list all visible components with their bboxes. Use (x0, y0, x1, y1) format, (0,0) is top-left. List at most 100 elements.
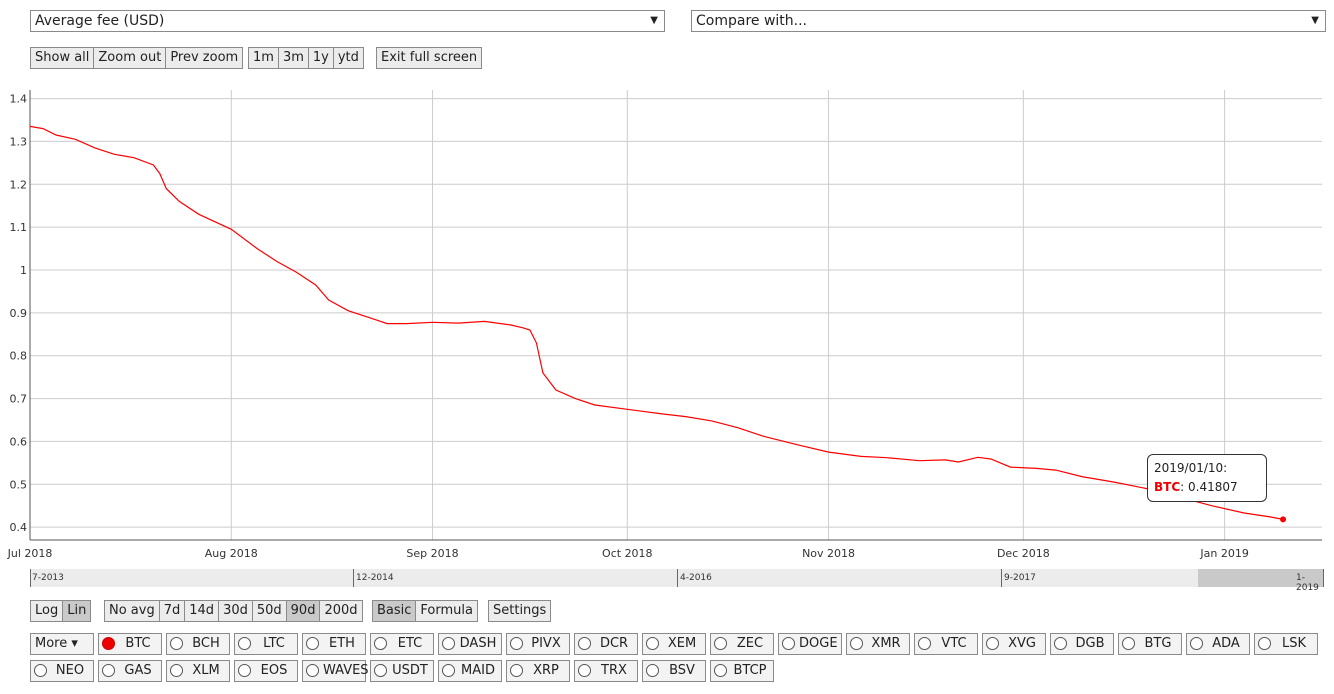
no-avg-button[interactable]: No avg (105, 601, 160, 621)
coin-label: VTC (941, 636, 967, 651)
x-tick-label: Sep 2018 (406, 547, 458, 560)
coin-label: XVG (1008, 636, 1036, 651)
range-ytd-button[interactable]: ytd (334, 48, 363, 68)
coin-toggle-bch[interactable]: BCH (166, 633, 230, 655)
coin-toggle-usdt[interactable]: USDT (370, 660, 434, 682)
coin-label: BTC (125, 636, 151, 651)
coin-toggle-trx[interactable]: TRX (574, 660, 638, 682)
range-3m-button[interactable]: 3m (279, 48, 309, 68)
coin-toggle-dgb[interactable]: DGB (1050, 633, 1114, 655)
navigator-label: 12-2014 (356, 573, 394, 583)
coin-toggle-ltc[interactable]: LTC (234, 633, 298, 655)
coin-label: WAVES (323, 663, 369, 678)
coin-label: ADA (1212, 636, 1240, 651)
coin-label: XMR (871, 636, 901, 651)
coin-toggle-doge[interactable]: DOGE (778, 633, 842, 655)
chart-tooltip: 2019/01/10: BTC: 0.41807 (1147, 454, 1267, 502)
coin-label: XLM (192, 663, 220, 678)
metric-select[interactable]: Average fee (USD) ▼ (30, 10, 665, 32)
coin-toggle-btg[interactable]: BTG (1118, 633, 1182, 655)
coin-toggle-btc[interactable]: BTC (98, 633, 162, 655)
coin-label: BCH (192, 636, 220, 651)
dropdown-arrow-icon: ▼ (1311, 15, 1319, 26)
coin-toggle-waves[interactable]: WAVES (302, 660, 369, 682)
coin-label: NEO (55, 663, 85, 678)
coin-toggle-pivx[interactable]: PIVX (506, 633, 570, 655)
coin-toggle-xmr[interactable]: XMR (846, 633, 910, 655)
radio-icon (442, 637, 455, 650)
tooltip-value-row: BTC: 0.41807 (1154, 478, 1260, 497)
y-tick-label: 0.7 (10, 393, 28, 406)
avg-30d-button[interactable]: 30d (219, 601, 253, 621)
zoom-button-group: Show all Zoom out Prev zoom (30, 47, 244, 69)
coin-toggle-etc[interactable]: ETC (370, 633, 434, 655)
radio-icon (1122, 637, 1135, 650)
radio-icon (306, 637, 319, 650)
coin-toggle-vtc[interactable]: VTC (914, 633, 978, 655)
coin-toggle-xrp[interactable]: XRP (506, 660, 570, 682)
coin-label: TRX (601, 663, 627, 678)
coin-toggle-maid[interactable]: MAID (438, 660, 502, 682)
coin-toggle-ada[interactable]: ADA (1186, 633, 1250, 655)
linear-scale-button[interactable]: Lin (63, 601, 91, 621)
y-tick-label: 1.1 (10, 221, 28, 234)
coin-toggle-lsk[interactable]: LSK (1254, 633, 1318, 655)
coin-label: BTCP (733, 663, 767, 678)
avg-200d-button[interactable]: 200d (320, 601, 361, 621)
chart-area[interactable]: 0.4 0.5 0.6 0.7 0.8 0.9 1 1.1 1.2 1.3 1.4 Jul 2018 A… (0, 80, 1334, 570)
coin-label: USDT (392, 663, 428, 678)
radio-icon (1258, 637, 1271, 650)
coin-toggle-gas[interactable]: GAS (98, 660, 162, 682)
avg-50d-button[interactable]: 50d (253, 601, 287, 621)
settings-button[interactable]: Settings (489, 601, 550, 621)
avg-7d-button[interactable]: 7d (160, 601, 186, 621)
prev-zoom-button[interactable]: Prev zoom (166, 48, 242, 68)
coin-label: LTC (263, 636, 285, 651)
coin-toggle-btcp[interactable]: BTCP (710, 660, 774, 682)
coin-toggle-zec[interactable]: ZEC (710, 633, 774, 655)
coin-toggle-xem[interactable]: XEM (642, 633, 706, 655)
coin-toggle-bsv[interactable]: BSV (642, 660, 706, 682)
radio-icon (102, 637, 115, 650)
coin-label: PIVX (531, 636, 561, 651)
compare-select-value: Compare with... (696, 13, 808, 29)
average-button-group: No avg 7d 14d 30d 50d 90d 200d (104, 600, 363, 622)
y-tick-label: 1.4 (10, 93, 28, 106)
navigator-tick (353, 569, 354, 587)
coin-toggle-xlm[interactable]: XLM (166, 660, 230, 682)
x-tick-label: Jul 2018 (7, 547, 53, 560)
radio-icon (170, 637, 183, 650)
coin-toggle-neo[interactable]: NEO (30, 660, 94, 682)
coin-toggle-dash[interactable]: DASH (438, 633, 502, 655)
coin-label: DGB (1075, 636, 1105, 651)
radio-icon (170, 664, 183, 677)
compare-select[interactable]: Compare with... ▼ (691, 10, 1326, 32)
coin-toggle-dcr[interactable]: DCR (574, 633, 638, 655)
range-1y-button[interactable]: 1y (309, 48, 334, 68)
zoom-out-button[interactable]: Zoom out (94, 48, 167, 68)
navigator-bar[interactable]: 7-2013 12-2014 4-2016 9-2017 1-2019 (30, 569, 1324, 593)
show-all-button[interactable]: Show all (31, 48, 95, 68)
coin-toggle-xvg[interactable]: XVG (982, 633, 1046, 655)
exit-fullscreen-button[interactable]: Exit full screen (377, 48, 481, 68)
avg-14d-button[interactable]: 14d (185, 601, 220, 621)
range-1m-button[interactable]: 1m (249, 48, 279, 68)
radio-icon (374, 664, 387, 677)
coin-toggle-eos[interactable]: EOS (234, 660, 298, 682)
basic-mode-button[interactable]: Basic (373, 601, 417, 621)
coin-toggle-eth[interactable]: ETH (302, 633, 366, 655)
avg-90d-button[interactable]: 90d (286, 601, 321, 621)
tooltip-series: BTC (1154, 480, 1181, 494)
metric-select-value: Average fee (USD) (35, 13, 165, 29)
log-scale-button[interactable]: Log (31, 601, 64, 621)
exit-fullscreen-group: Exit full screen (376, 47, 483, 69)
formula-mode-button[interactable]: Formula (416, 601, 477, 621)
radio-icon (714, 637, 727, 650)
x-tick-label: Aug 2018 (205, 547, 258, 560)
fee-chart[interactable]: 0.4 0.5 0.6 0.7 0.8 0.9 1 1.1 1.2 1.3 1.4 Jul 2018 A… (0, 80, 1334, 570)
coin-label: BTG (1144, 636, 1172, 651)
more-coins-dropdown[interactable]: More ▾ (30, 633, 94, 655)
navigator-tick (677, 569, 678, 587)
radio-icon (646, 664, 659, 677)
radio-icon (850, 637, 863, 650)
